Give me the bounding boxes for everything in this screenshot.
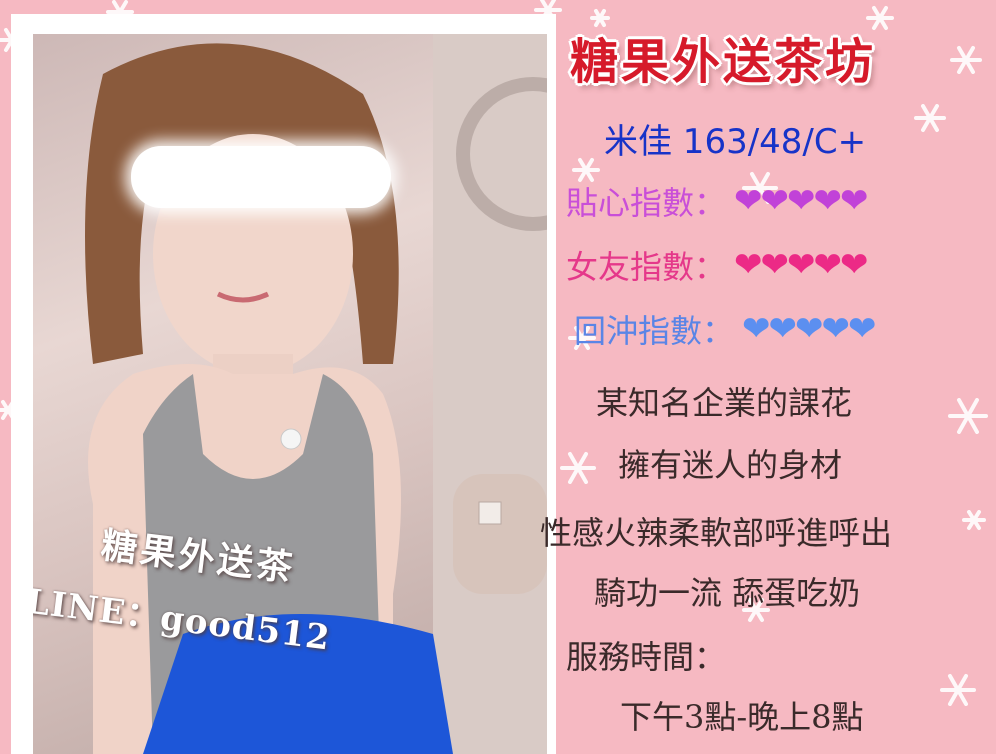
- service-hours-value: 下午3點-晚上8點: [620, 698, 864, 736]
- description-line: 擁有迷人的身材: [618, 446, 843, 484]
- rating-label: 回沖指數：: [574, 312, 735, 350]
- hearts-icon: ❤❤❤❤❤: [734, 245, 868, 285]
- description-line: 某知名企業的課花: [596, 384, 853, 422]
- face-censor-bar: [131, 146, 391, 208]
- rating-label: 貼心指數：: [566, 184, 727, 222]
- hearts-icon: ❤❤❤❤❤: [734, 181, 868, 221]
- photo-frame: 糖果外送茶 LINE：good512: [11, 14, 556, 754]
- shop-title: 糖果外送茶坊: [570, 34, 877, 90]
- profile-photo: 糖果外送茶 LINE：good512: [33, 34, 547, 754]
- profile-stats: 米佳 163/48/C+: [604, 122, 867, 162]
- hearts-icon: ❤❤❤❤❤: [742, 309, 876, 349]
- description-line: 性感火辣柔軟部呼進呼出: [540, 514, 893, 552]
- rating-label: 女友指數：: [566, 248, 727, 286]
- rating-girlfriend: 女友指數： ❤❤❤❤❤: [566, 242, 868, 286]
- description-line: 騎功一流 舔蛋吃奶: [594, 574, 861, 612]
- service-hours-label: 服務時間：: [566, 638, 727, 676]
- rating-caring: 貼心指數： ❤❤❤❤❤: [566, 178, 868, 222]
- rating-repeat: 回沖指數： ❤❤❤❤❤: [574, 306, 876, 350]
